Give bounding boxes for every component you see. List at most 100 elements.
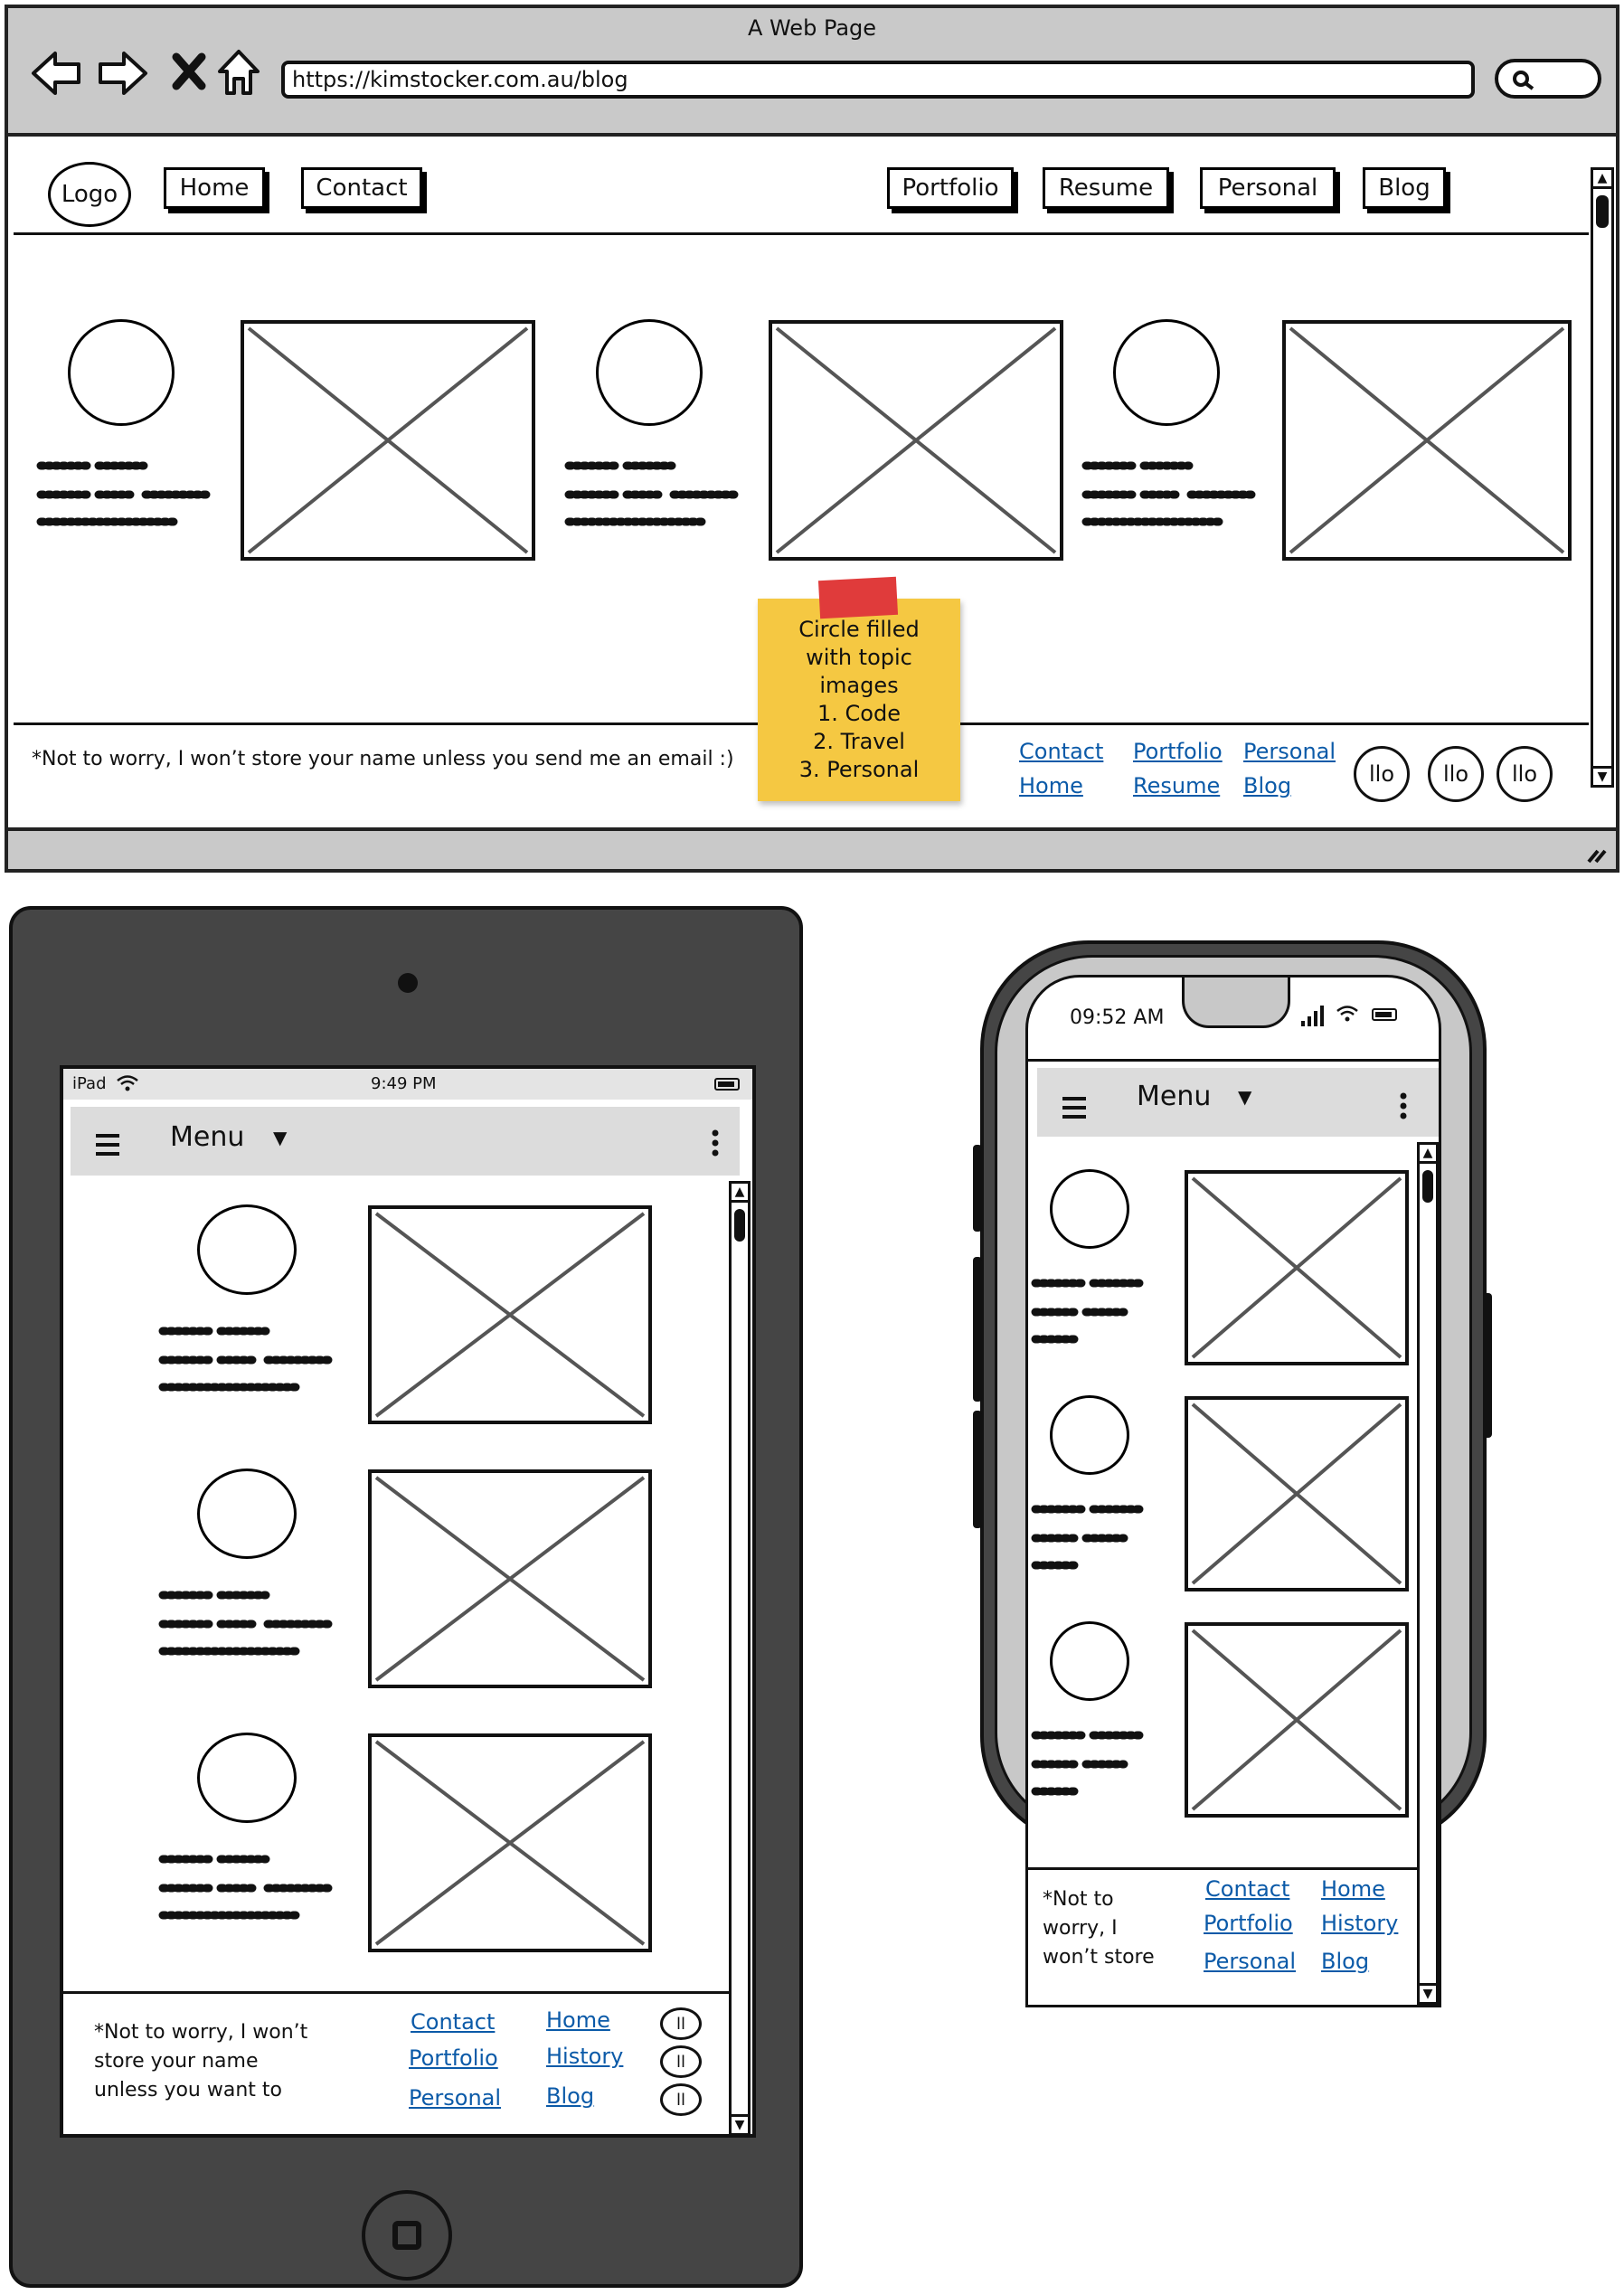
footer-link-resume[interactable]: Resume <box>1133 773 1220 798</box>
phone-menu-label[interactable]: Menu <box>1137 1081 1211 1112</box>
forward-icon[interactable] <box>97 48 149 99</box>
social-icon[interactable]: llo <box>1497 746 1553 802</box>
phone-menu-bar: Menu ▼ <box>1037 1068 1439 1137</box>
footer-note: *Not to worry, I won’t store your name u… <box>32 748 734 770</box>
scroll-thumb[interactable] <box>1422 1170 1433 1203</box>
nav-resume-button[interactable]: Resume <box>1043 167 1169 209</box>
scroll-thumb[interactable] <box>734 1209 745 1242</box>
resize-grip-icon[interactable] <box>1585 844 1609 864</box>
social-icon[interactable]: ll <box>660 2083 702 2116</box>
home-square-icon <box>392 2221 421 2250</box>
social-icon[interactable]: llo <box>1354 746 1410 802</box>
footer-link-blog[interactable]: Blog <box>1243 773 1291 798</box>
footer-link-portfolio[interactable]: Portfolio <box>1204 1911 1293 1936</box>
status-divider <box>1028 1059 1439 1062</box>
social-icon[interactable]: ll <box>660 2045 702 2078</box>
hamburger-icon[interactable] <box>1061 1095 1088 1120</box>
nav-portfolio-button[interactable]: Portfolio <box>887 167 1014 209</box>
tablet-menu-label[interactable]: Menu <box>170 1121 244 1153</box>
search-button[interactable] <box>1495 59 1601 99</box>
image-placeholder <box>1185 1396 1409 1591</box>
scroll-up-icon[interactable]: ▲ <box>1420 1145 1436 1164</box>
sticky-line: Circle filled <box>798 617 920 642</box>
home-icon[interactable] <box>216 46 261 99</box>
signal-icon <box>1301 1006 1324 1026</box>
footer-link-history[interactable]: History <box>546 2044 623 2069</box>
footer-divider <box>63 1991 729 1994</box>
logo[interactable]: Logo <box>48 162 131 227</box>
tablet-scrollbar[interactable]: ▲ ▼ <box>729 1181 751 2134</box>
phone-footer-note: *Not to worry, I won’t store <box>1043 1885 1155 1972</box>
scroll-down-icon[interactable]: ▼ <box>1420 1983 1436 2002</box>
social-icon-label: ll <box>675 2052 685 2072</box>
phone-side-button[interactable] <box>973 1145 982 1232</box>
hamburger-icon[interactable] <box>94 1132 121 1157</box>
browser-status-bar <box>8 827 1616 869</box>
footer-link-personal[interactable]: Personal <box>1243 739 1336 764</box>
back-icon[interactable] <box>30 48 82 99</box>
topic-circle <box>197 1204 297 1295</box>
more-vert-icon[interactable] <box>1399 1091 1408 1120</box>
footer-note-line: worry, I <box>1043 1917 1118 1940</box>
scroll-up-icon[interactable]: ▲ <box>1593 170 1611 189</box>
close-icon[interactable] <box>171 52 207 91</box>
scroll-down-icon[interactable]: ▼ <box>1593 766 1611 785</box>
social-icon[interactable]: llo <box>1428 746 1484 802</box>
social-icon[interactable]: ll <box>660 2007 702 2040</box>
footer-link-home[interactable]: Home <box>546 2007 610 2033</box>
sticky-line: 2. Travel <box>813 729 905 754</box>
footer-link-blog[interactable]: Blog <box>546 2083 594 2109</box>
scroll-thumb[interactable] <box>1596 195 1609 228</box>
header-divider <box>14 232 1589 235</box>
nav-contact-label: Contact <box>316 175 408 202</box>
chevron-down-icon[interactable]: ▼ <box>1238 1086 1251 1108</box>
nav-blog-button[interactable]: Blog <box>1363 167 1446 209</box>
footer-link-home[interactable]: Home <box>1019 773 1083 798</box>
url-bar[interactable]: https://kimstocker.com.au/blog <box>281 61 1475 99</box>
footer-link-blog[interactable]: Blog <box>1321 1949 1369 1974</box>
image-placeholder <box>1185 1170 1409 1365</box>
footer-link-home[interactable]: Home <box>1321 1876 1385 1902</box>
footer-link-personal[interactable]: Personal <box>1204 1949 1296 1974</box>
browser-scrollbar[interactable]: ▲ ▼ <box>1591 167 1614 788</box>
blurb-text <box>1081 461 1257 526</box>
footer-link-contact[interactable]: Contact <box>1019 739 1103 764</box>
nav-contact-button[interactable]: Contact <box>301 167 422 209</box>
phone-power-button[interactable] <box>1483 1293 1492 1438</box>
browser-chrome: A Web Page https://kimstocker.com.au/blo… <box>8 8 1616 137</box>
image-placeholder <box>368 1469 652 1688</box>
phone-side-button[interactable] <box>973 1411 982 1528</box>
phone-side-button[interactable] <box>973 1257 982 1402</box>
tablet-home-button[interactable] <box>362 2190 452 2281</box>
battery-icon <box>714 1078 740 1091</box>
topic-circle <box>1113 319 1220 426</box>
blurb-text <box>158 1327 334 1392</box>
scroll-up-icon[interactable]: ▲ <box>732 1184 748 1203</box>
footer-link-contact[interactable]: Contact <box>1205 1876 1289 1902</box>
scroll-down-icon[interactable]: ▼ <box>732 2114 748 2133</box>
sticky-line: 3. Personal <box>798 757 920 782</box>
footer-link-portfolio[interactable]: Portfolio <box>1133 739 1223 764</box>
footer-link-history[interactable]: History <box>1321 1911 1398 1936</box>
nav-personal-button[interactable]: Personal <box>1200 167 1336 209</box>
more-vert-icon[interactable] <box>711 1129 720 1157</box>
phone-scrollbar[interactable]: ▲ ▼ <box>1417 1142 1439 2005</box>
social-icon-label: llo <box>1368 761 1395 787</box>
footer-link-contact[interactable]: Contact <box>411 2009 495 2035</box>
battery-icon <box>1372 1008 1397 1021</box>
footer-link-portfolio[interactable]: Portfolio <box>409 2045 498 2071</box>
nav-personal-label: Personal <box>1217 175 1318 202</box>
social-icon-label: ll <box>675 2014 685 2034</box>
nav-home-button[interactable]: Home <box>164 167 265 209</box>
social-icon-label: llo <box>1442 761 1469 787</box>
topic-circle <box>1050 1621 1129 1701</box>
nav-blog-label: Blog <box>1378 175 1430 202</box>
sticky-line: 1. Code <box>817 701 901 726</box>
footer-note-line: unless you want to <box>94 2079 282 2101</box>
chevron-down-icon[interactable]: ▼ <box>273 1127 287 1148</box>
blurb-text <box>564 461 740 526</box>
footer-link-personal[interactable]: Personal <box>409 2085 501 2111</box>
sticky-tape <box>817 576 899 619</box>
footer-note-line: store your name <box>94 2050 259 2073</box>
sticky-line: with topic <box>806 645 912 670</box>
